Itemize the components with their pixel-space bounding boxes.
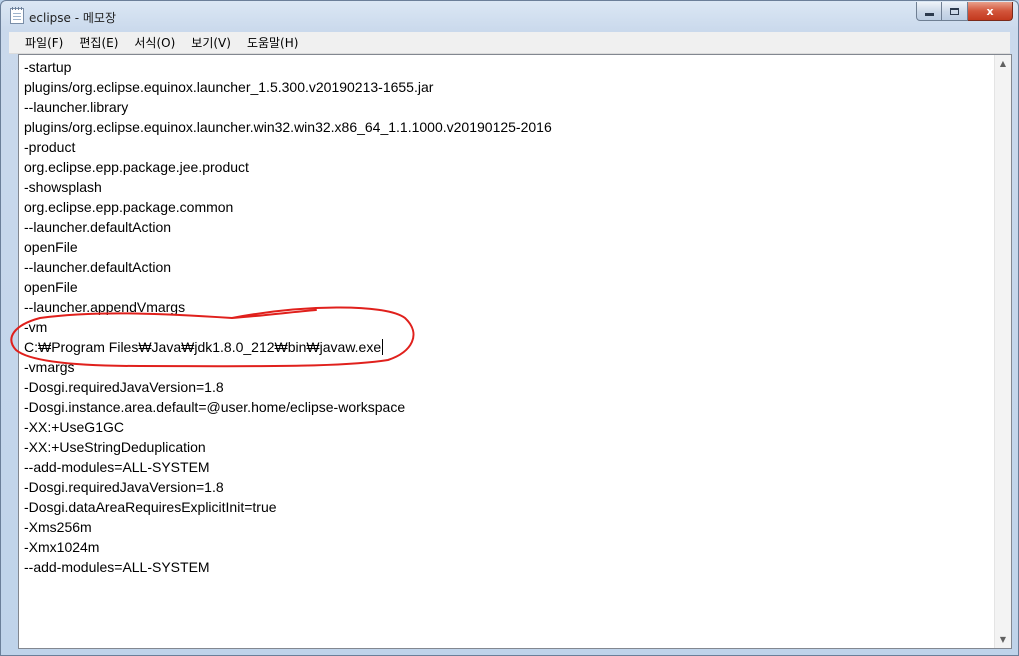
line-text: --launcher.defaultAction: [24, 219, 172, 235]
line-text: -Xms256m: [24, 519, 92, 535]
menu-help[interactable]: 도움말(H): [239, 34, 307, 51]
text-line[interactable]: -XX:+UseG1GC: [24, 416, 991, 436]
window-controls: x: [916, 2, 1013, 22]
menu-view[interactable]: 보기(V): [183, 34, 239, 51]
text-line[interactable]: --launcher.defaultAction: [24, 256, 991, 276]
line-text: -Dosgi.requiredJavaVersion=1.8: [24, 479, 224, 495]
notepad-icon: [10, 7, 24, 24]
text-line[interactable]: -product: [24, 136, 991, 156]
text-line[interactable]: -Dosgi.requiredJavaVersion=1.8: [24, 476, 991, 496]
window-title: eclipse - 메모장: [29, 11, 116, 25]
maximize-button[interactable]: [942, 2, 968, 21]
text-line[interactable]: -Xmx1024m: [24, 536, 991, 556]
title-bar[interactable]: eclipse - 메모장 x: [1, 1, 1018, 31]
document-text[interactable]: -startup plugins/org.eclipse.equinox.laun…: [24, 56, 991, 648]
line-text: openFile: [24, 279, 78, 295]
line-text: -product: [24, 139, 76, 155]
text-caret: [382, 339, 384, 355]
line-text: -XX:+UseG1GC: [24, 419, 124, 435]
text-editor[interactable]: -startup plugins/org.eclipse.equinox.laun…: [18, 54, 1012, 649]
text-line[interactable]: --launcher.defaultAction: [24, 216, 991, 236]
text-line[interactable]: plugins/org.eclipse.equinox.launcher.win…: [24, 116, 991, 136]
text-line[interactable]: --launcher.appendVmargs: [24, 296, 991, 316]
text-line[interactable]: -XX:+UseStringDeduplication: [24, 436, 991, 456]
text-line[interactable]: -Xms256m: [24, 516, 991, 536]
arrow-up-icon[interactable]: ▲: [995, 55, 1011, 72]
line-text: --launcher.library: [24, 99, 129, 115]
text-line[interactable]: -vmargs: [24, 356, 991, 376]
line-text: C:₩Program Files₩Java₩jdk1.8.0_212₩bin₩j…: [24, 339, 382, 355]
line-text: --launcher.defaultAction: [24, 259, 172, 275]
arrow-down-icon[interactable]: ▼: [995, 631, 1011, 648]
text-line[interactable]: -startup: [24, 56, 991, 76]
vertical-scrollbar[interactable]: ▲ ▼: [994, 55, 1011, 648]
text-line[interactable]: -Dosgi.dataAreaRequiresExplicitInit=true: [24, 496, 991, 516]
line-text: -Xmx1024m: [24, 539, 100, 555]
menu-format[interactable]: 서식(O): [126, 34, 183, 51]
line-text: -Dosgi.dataAreaRequiresExplicitInit=true: [24, 499, 277, 515]
line-text: org.eclipse.epp.package.common: [24, 199, 234, 215]
text-line[interactable]: openFile: [24, 276, 991, 296]
line-text: -startup: [24, 59, 72, 75]
close-button[interactable]: x: [968, 2, 1013, 21]
text-line[interactable]: openFile: [24, 236, 991, 256]
minimize-icon: [924, 12, 934, 16]
line-text: -vm: [24, 319, 48, 335]
text-line[interactable]: org.eclipse.epp.package.jee.product: [24, 156, 991, 176]
menu-edit[interactable]: 편집(E): [71, 34, 126, 51]
line-text: org.eclipse.epp.package.jee.product: [24, 159, 249, 175]
line-text: -Dosgi.instance.area.default=@user.home/…: [24, 399, 406, 415]
line-text: -XX:+UseStringDeduplication: [24, 439, 206, 455]
line-text: --add-modules=ALL-SYSTEM: [24, 559, 210, 575]
notepad-window: eclipse - 메모장 x 파일(F) 편집(E) 서식(O) 보기(V) …: [0, 0, 1019, 656]
text-line[interactable]: org.eclipse.epp.package.common: [24, 196, 991, 216]
line-text: --add-modules=ALL-SYSTEM: [24, 459, 210, 475]
text-line[interactable]: --add-modules=ALL-SYSTEM: [24, 456, 991, 476]
maximize-icon: [950, 7, 959, 15]
text-line[interactable]: --add-modules=ALL-SYSTEM: [24, 556, 991, 576]
line-text: plugins/org.eclipse.equinox.launcher_1.5…: [24, 79, 434, 95]
text-line[interactable]: C:₩Program Files₩Java₩jdk1.8.0_212₩bin₩j…: [24, 336, 991, 356]
line-text: plugins/org.eclipse.equinox.launcher.win…: [24, 119, 552, 135]
menu-bar: 파일(F) 편집(E) 서식(O) 보기(V) 도움말(H): [9, 32, 1010, 54]
text-line[interactable]: -showsplash: [24, 176, 991, 196]
line-text: --launcher.appendVmargs: [24, 299, 186, 315]
close-icon: x: [986, 4, 994, 18]
text-line[interactable]: --launcher.library: [24, 96, 991, 116]
text-line[interactable]: -Dosgi.requiredJavaVersion=1.8: [24, 376, 991, 396]
text-line[interactable]: -vm: [24, 316, 991, 336]
line-text: -showsplash: [24, 179, 102, 195]
minimize-button[interactable]: [916, 2, 942, 21]
line-text: -vmargs: [24, 359, 75, 375]
line-text: openFile: [24, 239, 78, 255]
text-line[interactable]: plugins/org.eclipse.equinox.launcher_1.5…: [24, 76, 991, 96]
text-line[interactable]: -Dosgi.instance.area.default=@user.home/…: [24, 396, 991, 416]
menu-file[interactable]: 파일(F): [9, 34, 71, 51]
line-text: -Dosgi.requiredJavaVersion=1.8: [24, 379, 224, 395]
